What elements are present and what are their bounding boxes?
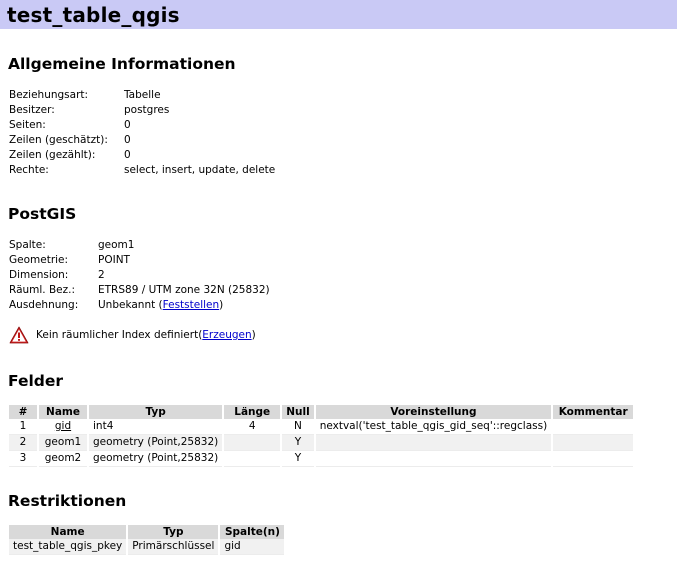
field-number: 3 [9,451,37,467]
general-value: postgres [124,104,170,116]
constraint-name: test_table_qgis_pkey [9,539,127,555]
postgis-key: Räuml. Bez.: [9,284,76,296]
fields-column-header: Länge [224,405,281,419]
field-default [315,435,552,451]
field-name: gid [39,419,87,435]
general-value: select, insert, update, delete [124,164,276,176]
warning-icon [9,326,29,344]
general-key: Seiten: [9,119,46,131]
fields-column-header: Null [282,405,314,419]
warning-text: Kein räumlicher Index definiert( [36,329,203,341]
fields-column-header: Voreinstellung [315,405,552,419]
spatial-index-warning: Kein räumlicher Index definiert(Erzeugen… [9,325,256,345]
field-type: int4 [89,419,223,435]
postgis-value: 2 [98,269,105,281]
general-key: Besitzer: [9,104,55,116]
create-index-link[interactable]: Erzeugen [202,329,251,341]
constraint-columns: gid [220,539,285,555]
constraints-table: Name Typ Spalte(n) test_table_qgis_pkey … [7,525,286,555]
field-null: Y [282,435,314,451]
field-comment [553,419,634,435]
general-key: Zeilen (geschätzt): [9,134,108,146]
field-length: 4 [224,419,281,435]
warning-suffix: ) [251,329,256,341]
postgis-value: geom1 [98,239,135,251]
fields-column-header: Kommentar [553,405,634,419]
field-type: geometry (Point,25832) [89,435,223,451]
constraints-header-row: Name Typ Spalte(n) [9,525,285,539]
table-row: 3 geom2 geometry (Point,25832) Y [9,451,634,467]
field-comment [553,451,634,467]
field-number: 2 [9,435,37,451]
fields-column-header: Typ [89,405,223,419]
table-row: 2 geom1 geometry (Point,25832) Y [9,435,634,451]
section-heading-general: Allgemeine Informationen [8,55,236,73]
field-default [315,451,552,467]
general-key: Zeilen (gezählt): [9,149,96,161]
field-number: 1 [9,419,37,435]
fields-header-row: # Name Typ Länge Null Voreinstellung Kom… [9,405,634,419]
postgis-value: Unbekannt (Feststellen) [98,298,223,313]
postgis-value: ETRS89 / UTM zone 32N (25832) [98,284,270,296]
fields-column-header: Name [39,405,87,419]
general-value: 0 [124,149,131,161]
field-name: geom1 [39,435,87,451]
constraints-column-header: Typ [128,525,219,539]
postgis-key: Dimension: [9,269,69,281]
field-default: nextval('test_table_qgis_gid_seq'::regcl… [315,419,552,435]
primary-key-field-name: gid [54,420,72,432]
extent-unknown-text: Unbekannt ( [98,299,163,311]
general-value: 0 [124,119,131,131]
fields-column-header: # [9,405,37,419]
constraint-type: Primärschlüssel [128,539,219,555]
postgis-key: Ausdehnung: [9,299,79,311]
general-key: Rechte: [9,164,49,176]
determine-extent-link[interactable]: Feststellen [163,299,220,311]
section-heading-constraints: Restriktionen [8,492,127,510]
field-type: geometry (Point,25832) [89,451,223,467]
field-null: N [282,419,314,435]
fields-table: # Name Typ Länge Null Voreinstellung Kom… [7,405,635,467]
constraints-column-header: Spalte(n) [220,525,285,539]
section-heading-fields: Felder [8,372,64,390]
general-key: Beziehungsart: [9,89,89,101]
field-comment [553,435,634,451]
field-name: geom2 [39,451,87,467]
postgis-key: Spalte: [9,239,46,251]
table-row: 1 gid int4 4 N nextval('test_table_qgis_… [9,419,634,435]
table-row: test_table_qgis_pkey Primärschlüssel gid [9,539,285,555]
constraints-column-header: Name [9,525,127,539]
page-title: test_table_qgis [7,3,180,27]
postgis-key: Geometrie: [9,254,69,266]
general-value: Tabelle [124,89,161,101]
field-length [224,451,281,467]
field-null: Y [282,451,314,467]
postgis-value: POINT [98,254,130,266]
general-value: 0 [124,134,131,146]
field-length [224,435,281,451]
extent-suffix: ) [219,299,224,311]
section-heading-postgis: PostGIS [8,205,77,223]
